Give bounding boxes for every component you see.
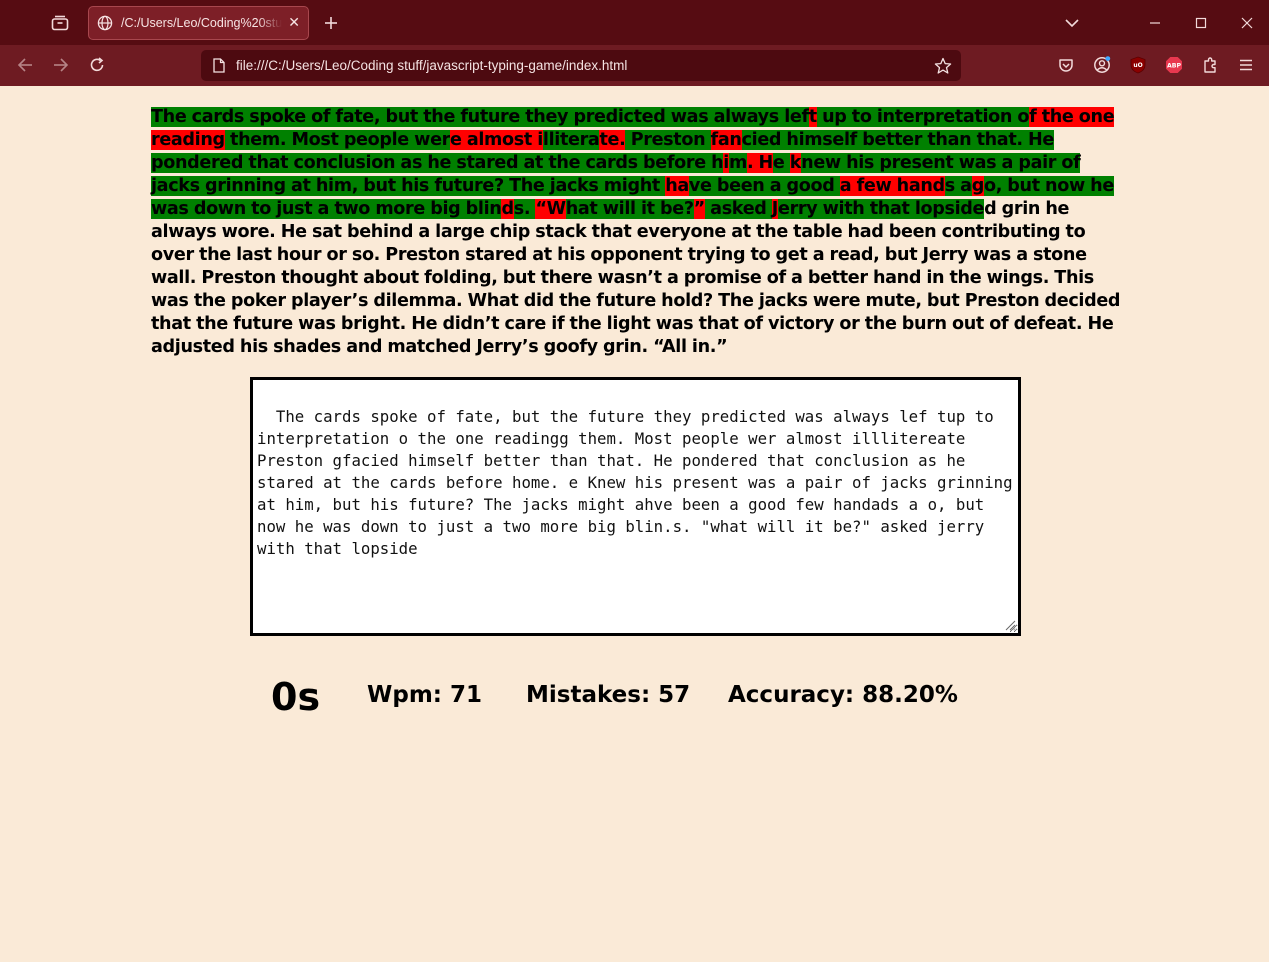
reload-icon[interactable]: [86, 54, 108, 76]
menu-icon[interactable]: [1235, 54, 1257, 76]
mistake-segment: “W: [535, 199, 566, 219]
mistake-segment: ha: [665, 176, 689, 196]
mistake-segment: e almost i: [449, 130, 543, 150]
minimize-icon[interactable]: [1144, 12, 1166, 34]
window-close-icon[interactable]: [1236, 12, 1258, 34]
active-tab[interactable]: /C:/Users/Leo/Coding%20stuff/javascript-…: [88, 6, 309, 40]
star-icon[interactable]: [933, 56, 953, 76]
svg-text:ABP: ABP: [1167, 63, 1182, 70]
correct-segment: m: [728, 153, 747, 173]
plus-icon[interactable]: [320, 12, 342, 34]
mistake-segment: a few hand: [839, 176, 945, 196]
correct-segment: s.: [513, 199, 536, 219]
mistake-segment: t: [808, 107, 817, 127]
stats-bar: 0s Wpm: 71 Mistakes: 57 Accuracy: 88.20%: [0, 672, 1269, 722]
timer: 0s: [271, 675, 321, 719]
correct-segment: ve been a good: [688, 176, 840, 196]
mistake-segment: . H: [746, 153, 773, 173]
tab-overview-icon[interactable]: [49, 12, 71, 34]
account-icon[interactable]: [1091, 54, 1113, 76]
typed-text: The cards spoke of fate, but the future …: [257, 407, 1013, 558]
mistake-segment: k: [789, 153, 802, 173]
correct-segment: hat will it be?: [565, 199, 694, 219]
mistake-segment: ”: [693, 199, 705, 219]
ublock-icon[interactable]: uO: [1127, 54, 1149, 76]
mistake-segment: fan: [710, 130, 742, 150]
address-bar[interactable]: file:///C:/Users/Leo/Coding stuff/javasc…: [201, 50, 961, 81]
correct-segment: e: [772, 153, 790, 173]
forward-icon[interactable]: [50, 54, 72, 76]
pocket-icon[interactable]: [1055, 54, 1077, 76]
correct-segment: Preston: [625, 130, 711, 150]
mistake-segment: te.: [599, 130, 626, 150]
back-icon[interactable]: [14, 54, 36, 76]
extensions-icon[interactable]: [1199, 54, 1221, 76]
maximize-icon[interactable]: [1190, 12, 1212, 34]
quote-text: The cards spoke of fate, but the future …: [151, 106, 1121, 359]
tab-title: /C:/Users/Leo/Coding%20stuff/javascript-…: [121, 16, 283, 30]
page-icon: [212, 58, 226, 74]
navigation-toolbar: file:///C:/Users/Leo/Coding stuff/javasc…: [0, 45, 1269, 86]
correct-segment: llitera: [542, 130, 600, 150]
mistake-segment: g: [971, 176, 984, 196]
correct-segment: them. Most people wer: [224, 130, 450, 150]
chevron-down-icon[interactable]: [1061, 12, 1083, 34]
mistake-segment: d: [501, 199, 514, 219]
globe-icon: [97, 15, 113, 31]
adblock-plus-icon[interactable]: ABP: [1163, 54, 1185, 76]
url-text: file:///C:/Users/Leo/Coding stuff/javasc…: [236, 58, 628, 73]
correct-segment: s a: [944, 176, 972, 196]
typing-textarea[interactable]: The cards spoke of fate, but the future …: [250, 377, 1021, 636]
correct-segment: up to interpretation o: [816, 107, 1030, 127]
close-icon[interactable]: ✕: [288, 15, 300, 31]
mistakes-stat: Mistakes: 57: [526, 682, 691, 708]
wpm-stat: Wpm: 71: [367, 682, 483, 708]
correct-segment: erry with that lopside: [778, 199, 985, 219]
untyped-segment: d grin he always wore. He sat behind a l…: [151, 199, 1121, 357]
tab-bar: /C:/Users/Leo/Coding%20stuff/javascript-…: [0, 0, 1269, 45]
accuracy-stat: Accuracy: 88.20%: [728, 682, 958, 708]
resize-grip-icon[interactable]: [1004, 619, 1016, 631]
svg-text:uO: uO: [1133, 62, 1142, 69]
correct-segment: asked: [704, 199, 772, 219]
correct-segment: The cards spoke of fate, but the future …: [151, 107, 809, 127]
